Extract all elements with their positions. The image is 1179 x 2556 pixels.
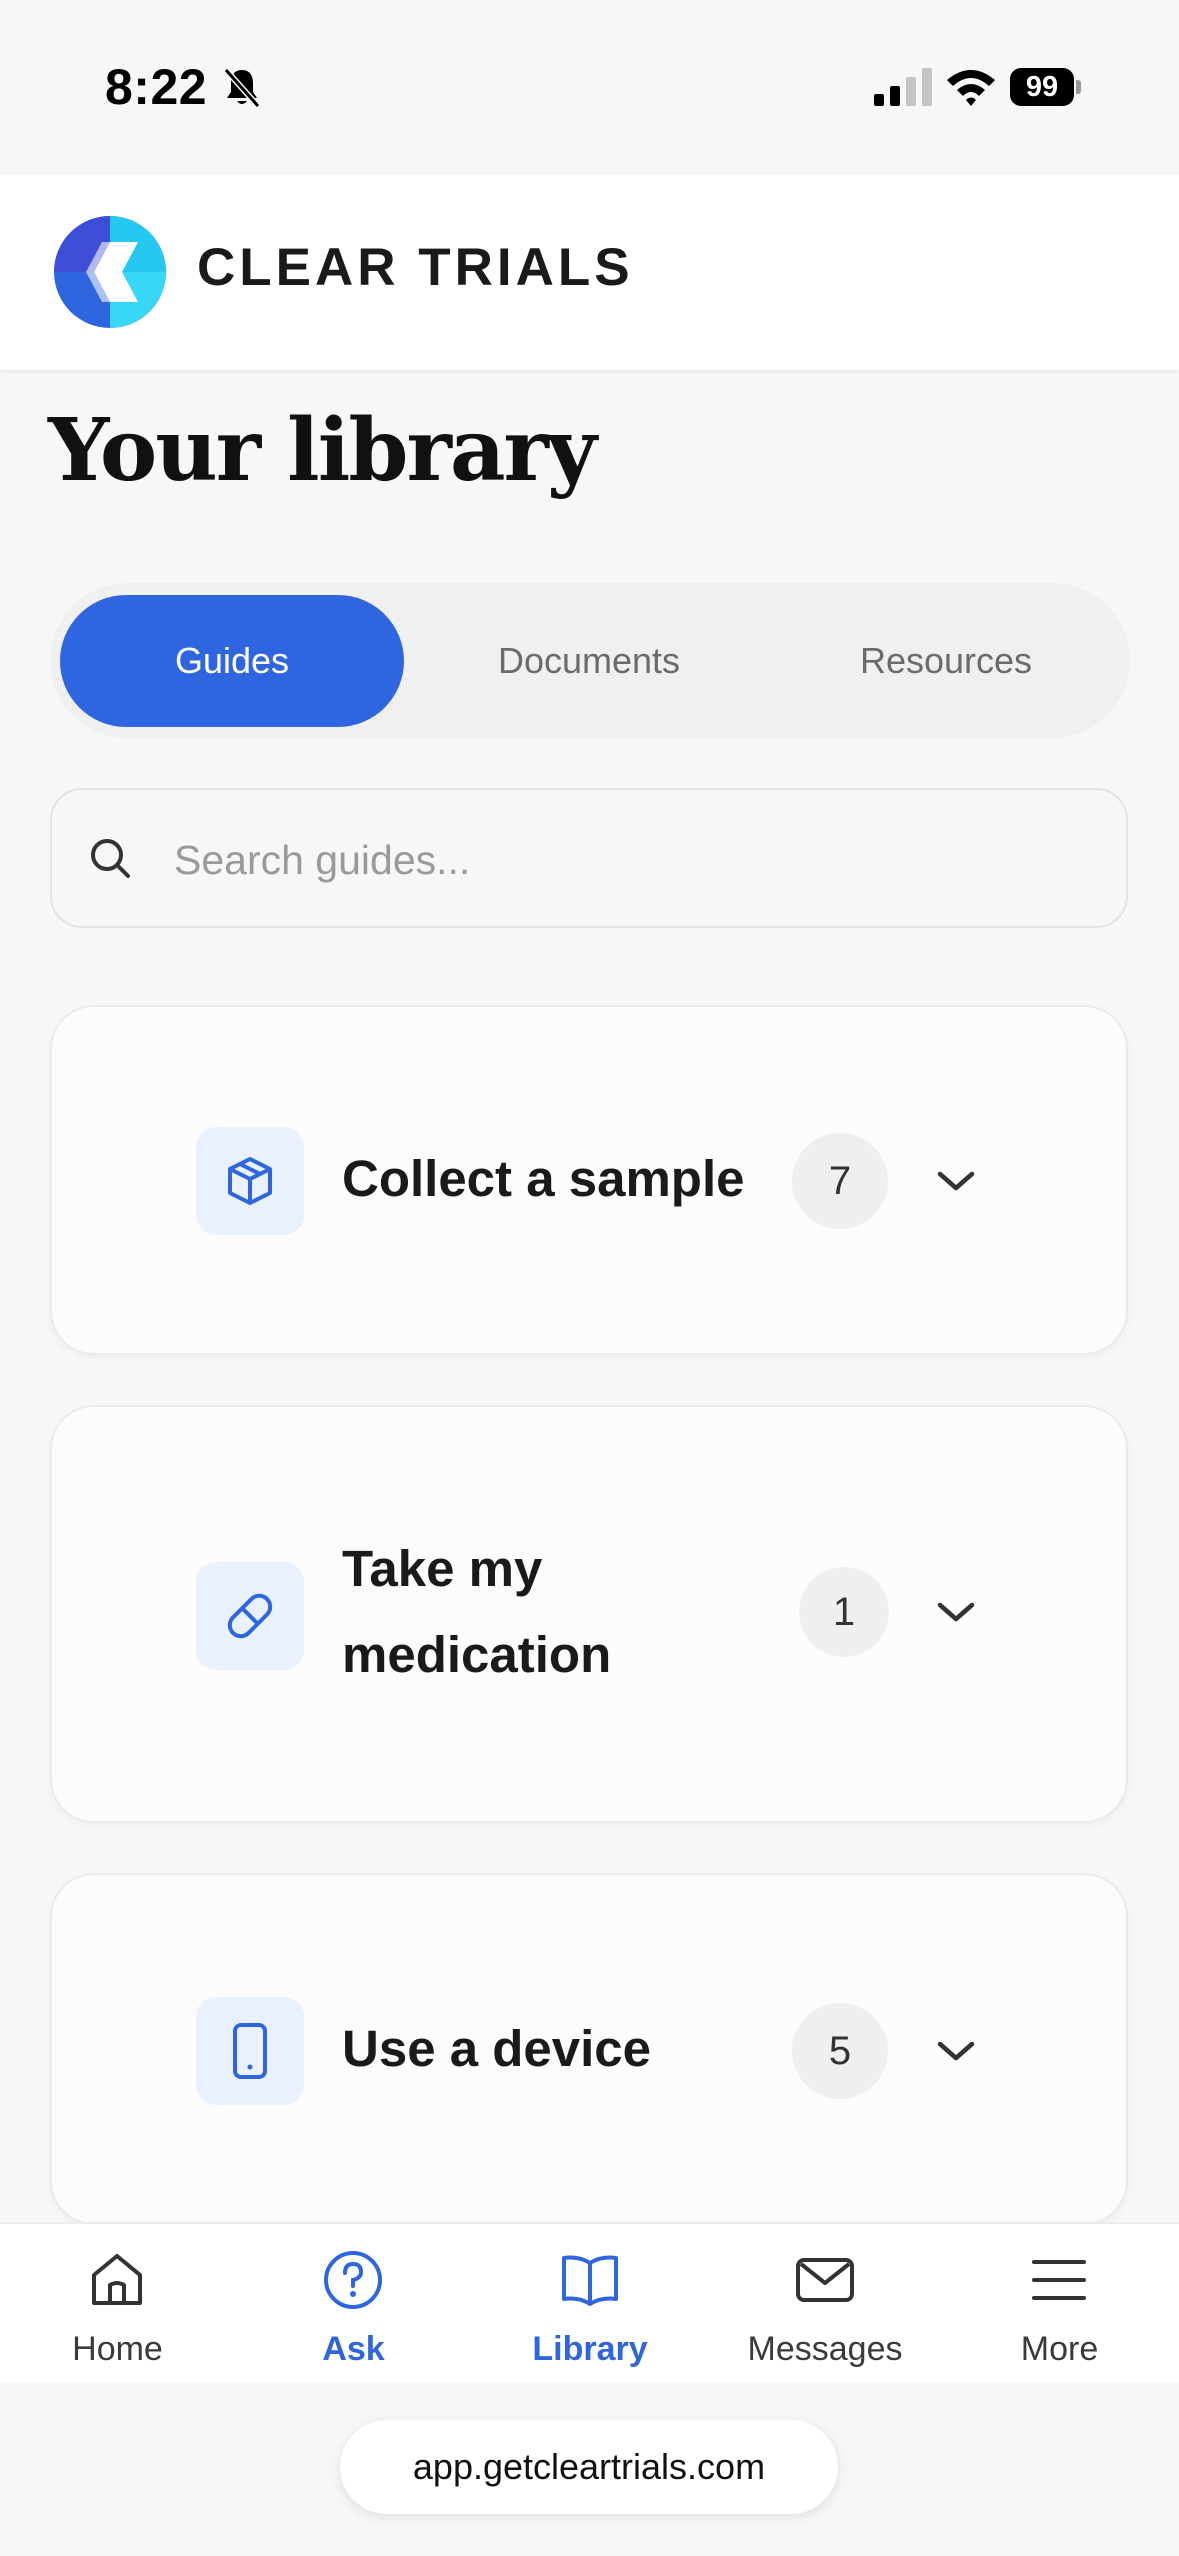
bottom-nav: Home Ask Library Messages More	[0, 2222, 1179, 2384]
nav-item-messages[interactable]: Messages	[725, 2224, 925, 2384]
guide-title: Use a device	[342, 2020, 652, 2077]
search-input[interactable]	[172, 820, 1076, 900]
app-header: CLEAR TRIALS	[0, 175, 1179, 370]
brand-name: CLEAR TRIALS	[197, 238, 634, 297]
nav-label: More	[1020, 2330, 1099, 2368]
guide-card-take-medication[interactable]: Take my medication 1	[50, 1405, 1128, 1823]
book-icon	[562, 2255, 618, 2306]
chevron-down-icon[interactable]	[934, 2036, 978, 2066]
guide-count-badge: 7	[792, 1133, 888, 1229]
battery-indicator: 99	[1010, 68, 1082, 106]
tab-guides[interactable]: Guides	[60, 595, 404, 727]
guide-card-use-device[interactable]: Use a device 5	[50, 1873, 1128, 2225]
battery-tip	[1076, 80, 1081, 94]
status-bar: 8:22 99	[0, 0, 1179, 175]
nav-item-ask[interactable]: Ask	[256, 2224, 451, 2384]
nav-item-home[interactable]: Home	[20, 2224, 215, 2384]
chevron-down-icon[interactable]	[934, 1166, 978, 1196]
library-tabs: Guides Documents Resources	[50, 583, 1130, 738]
nav-item-more[interactable]: More	[962, 2224, 1157, 2384]
nav-label: Home	[72, 2330, 163, 2368]
search-box[interactable]	[50, 788, 1128, 928]
guide-count-badge: 1	[799, 1567, 889, 1657]
guide-card-collect-sample[interactable]: Collect a sample 7	[50, 1005, 1128, 1355]
home-icon	[92, 2254, 142, 2305]
search-icon	[91, 839, 130, 878]
tab-resources[interactable]: Resources	[774, 595, 1118, 727]
box-icon	[228, 1157, 272, 1205]
nav-item-library[interactable]: Library	[490, 2224, 690, 2384]
card-icon-container	[196, 1127, 304, 1235]
nav-label: Library	[532, 2330, 648, 2368]
guide-count-badge: 5	[792, 2003, 888, 2099]
question-icon	[324, 2251, 382, 2309]
url-bar[interactable]: app.getcleartrials.com	[340, 2420, 838, 2514]
browser-url-area: app.getcleartrials.com	[0, 2382, 1179, 2556]
guide-title: Take my medication	[342, 1540, 612, 1683]
bell-muted-icon	[223, 68, 261, 108]
clear-trials-logo-icon[interactable]	[50, 212, 170, 332]
wifi-icon	[947, 70, 995, 106]
status-time: 8:22	[105, 59, 208, 115]
tab-documents[interactable]: Documents	[417, 595, 761, 727]
menu-icon	[1032, 2260, 1086, 2300]
guide-title: Collect a sample	[342, 1150, 745, 1207]
nav-label: Ask	[322, 2330, 385, 2368]
nav-label: Messages	[747, 2330, 903, 2368]
chevron-down-icon[interactable]	[934, 1597, 978, 1627]
page-title: Your library	[48, 400, 597, 501]
phone-device-icon	[233, 2023, 267, 2079]
mail-icon	[796, 2258, 854, 2302]
pill-icon	[227, 1593, 273, 1639]
battery-level: 99	[1010, 68, 1074, 106]
signal-icon	[874, 68, 932, 106]
card-icon-container	[196, 1997, 304, 2105]
card-icon-container	[196, 1562, 304, 1670]
